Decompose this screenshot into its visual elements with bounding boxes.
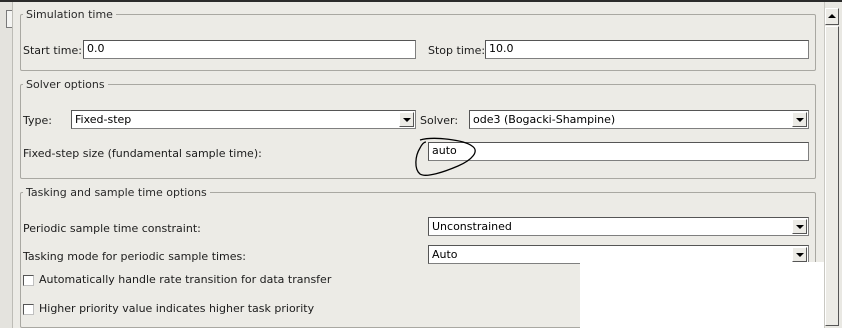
- periodic-constraint-select[interactable]: Unconstrained: [428, 217, 809, 236]
- stop-time-label: Stop time:: [428, 44, 486, 57]
- scroll-up-button[interactable]: [825, 8, 839, 25]
- tasking-mode-label: Tasking mode for periodic sample times:: [23, 250, 246, 263]
- solver-type-select[interactable]: Fixed-step: [71, 110, 416, 129]
- tasking-mode-value: Auto: [432, 248, 458, 261]
- chevron-down-icon[interactable]: [792, 112, 807, 127]
- redaction-box: [580, 262, 842, 328]
- periodic-constraint-value: Unconstrained: [432, 220, 512, 233]
- solver-label: Solver:: [420, 114, 459, 127]
- solver-select[interactable]: ode3 (Bogacki-Shampine): [469, 110, 809, 129]
- stop-time-input[interactable]: 10.0: [485, 40, 809, 59]
- chevron-down-icon[interactable]: [792, 219, 807, 234]
- solver-type-value: Fixed-step: [75, 113, 132, 126]
- annotation-stroke: [415, 137, 476, 176]
- solver-options-legend: Solver options: [26, 78, 105, 91]
- fixed-step-size-label: Fixed-step size (fundamental sample time…: [23, 147, 262, 160]
- priority-checkbox[interactable]: [23, 304, 34, 315]
- solver-type-label: Type:: [23, 114, 52, 127]
- chevron-down-icon[interactable]: [399, 112, 414, 127]
- solver-value: ode3 (Bogacki-Shampine): [473, 113, 616, 126]
- scrollbar-thumb[interactable]: [825, 26, 839, 326]
- chevron-down-icon[interactable]: [792, 247, 807, 262]
- tasking-legend: Tasking and sample time options: [26, 186, 207, 199]
- periodic-constraint-label: Periodic sample time constraint:: [23, 222, 201, 235]
- fixed-step-size-input[interactable]: auto: [428, 142, 809, 161]
- rate-transition-label: Automatically handle rate transition for…: [39, 273, 332, 286]
- start-time-input[interactable]: 0.0: [83, 40, 416, 59]
- annotation-circle: [415, 137, 476, 176]
- rate-transition-checkbox[interactable]: [23, 275, 34, 286]
- left-pane-strip: [0, 2, 12, 328]
- start-time-label: Start time:: [23, 44, 82, 57]
- priority-label: Higher priority value indicates higher t…: [39, 302, 315, 315]
- simulation-time-legend: Simulation time: [26, 8, 113, 21]
